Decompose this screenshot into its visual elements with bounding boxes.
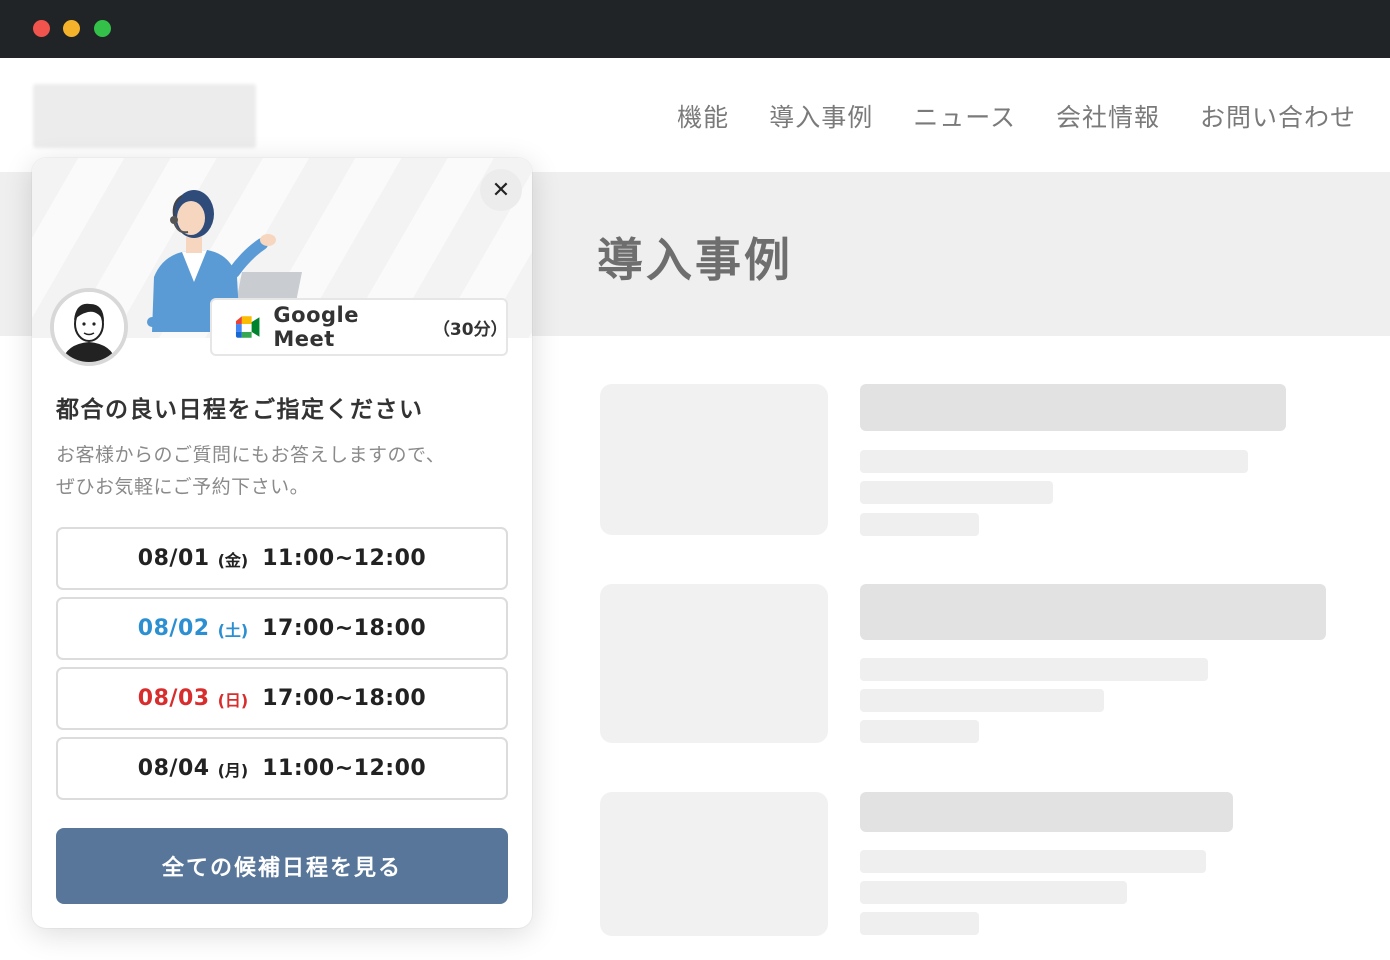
slot-date: 08/03 [137, 686, 210, 711]
case-thumbnail-placeholder [600, 384, 828, 535]
case-text-placeholder [860, 481, 1053, 504]
case-text-placeholder [860, 881, 1127, 904]
slot-day-of-week: (土) [217, 620, 249, 640]
booking-popup: ✕ Google Meet （30分） 都合の良い日程をご指定ください お客様か… [32, 158, 532, 928]
case-thumbnail-placeholder [600, 792, 828, 936]
view-all-dates-button[interactable]: 全ての候補日程を見る [56, 828, 508, 904]
nav-item-company[interactable]: 会社情報 [1056, 98, 1160, 134]
nav-item-news[interactable]: ニュース [913, 98, 1016, 134]
slot-time: 17:00~18:00 [262, 616, 427, 641]
popup-heading: 都合の良い日程をご指定ください [56, 397, 424, 423]
slot-time: 11:00~12:00 [262, 756, 427, 781]
time-slot-button[interactable]: 08/01 (金) 11:00~12:00 [56, 527, 508, 590]
host-avatar [50, 288, 128, 366]
nav-item-features[interactable]: 機能 [677, 98, 729, 134]
google-meet-icon [235, 316, 260, 338]
window-titlebar [0, 0, 1390, 58]
slot-day-of-week: (金) [217, 550, 249, 570]
slot-day-of-week: (月) [217, 760, 249, 780]
popup-description-line: ぜひお気軽にご予約下さい。 [56, 476, 310, 498]
time-slot-button[interactable]: 08/03 (日) 17:00~18:00 [56, 667, 508, 730]
case-text-placeholder [860, 689, 1104, 712]
case-text-placeholder [860, 912, 979, 935]
meeting-type-badge: Google Meet （30分） [210, 298, 508, 356]
meeting-duration: （30分） [432, 319, 508, 340]
slot-time: 17:00~18:00 [262, 686, 427, 711]
case-title-placeholder [860, 584, 1326, 640]
case-text-placeholder [860, 850, 1206, 873]
site-logo-placeholder[interactable] [33, 84, 256, 148]
window-close-button[interactable] [33, 20, 50, 37]
case-title-placeholder [860, 384, 1286, 431]
case-thumbnail-placeholder [600, 584, 828, 743]
close-icon[interactable]: ✕ [480, 169, 522, 211]
nav-item-case-studies[interactable]: 導入事例 [769, 98, 873, 134]
slot-date: 08/04 [137, 756, 210, 781]
slot-date: 08/01 [137, 546, 210, 571]
window-maximize-button[interactable] [94, 20, 111, 37]
case-text-placeholder [860, 513, 979, 536]
page-title: 導入事例 [597, 233, 793, 287]
case-title-placeholder [860, 792, 1233, 832]
case-text-placeholder [860, 450, 1248, 473]
time-slot-button[interactable]: 08/04 (月) 11:00~12:00 [56, 737, 508, 800]
nav-item-contact[interactable]: お問い合わせ [1200, 98, 1356, 134]
slot-date: 08/02 [137, 616, 210, 641]
popup-description-line: お客様からのご質問にもお答えしますので、 [56, 444, 446, 466]
time-slot-button[interactable]: 08/02 (土) 17:00~18:00 [56, 597, 508, 660]
popup-description: お客様からのご質問にもお答えしますので、 ぜひお気軽にご予約下さい。 [56, 439, 516, 503]
slot-day-of-week: (日) [217, 690, 249, 710]
slot-time: 11:00~12:00 [262, 546, 427, 571]
window-minimize-button[interactable] [63, 20, 80, 37]
case-text-placeholder [860, 720, 979, 743]
site-nav: 機能 導入事例 ニュース 会社情報 お問い合わせ [677, 98, 1356, 134]
meeting-name: Google Meet [273, 303, 359, 351]
case-text-placeholder [860, 658, 1208, 681]
